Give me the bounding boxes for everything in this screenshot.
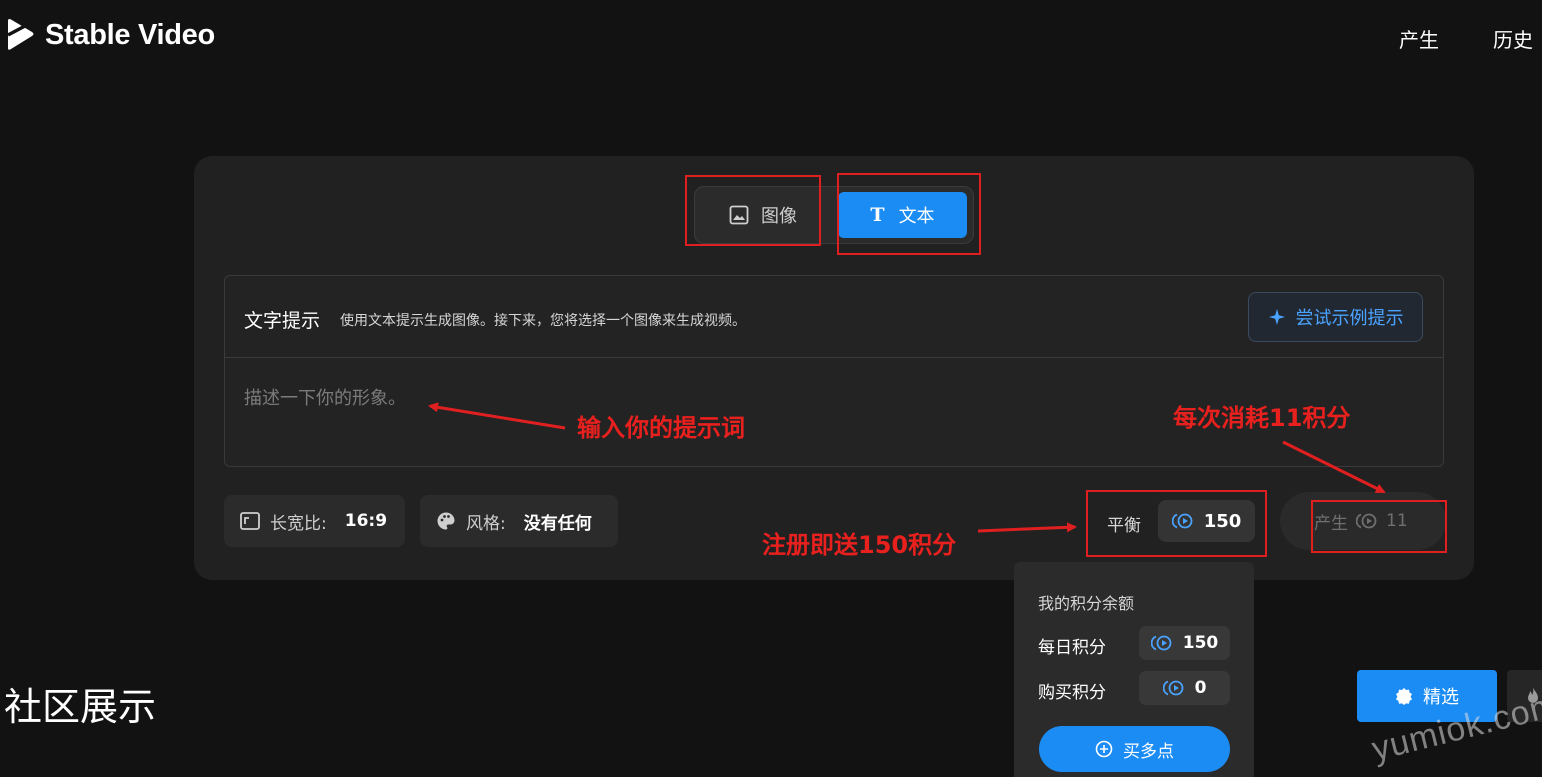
prompt-description: 使用文本提示生成图像。接下来，您将选择一个图像来生成视频。 — [340, 313, 746, 329]
plus-circle-icon — [1095, 740, 1113, 758]
community-title: 社区展示 — [4, 685, 157, 729]
purchased-credits-value: 0 — [1194, 678, 1207, 698]
annotation-cost-each: 每次消耗11积分 — [1173, 404, 1351, 432]
credit-coin-icon — [1150, 635, 1172, 651]
prompt-title: 文字提示 — [244, 310, 321, 332]
daily-credits-pill: 150 — [1139, 626, 1230, 660]
annotation-input-prompt: 输入你的提示词 — [577, 414, 745, 442]
prompt-divider — [225, 357, 1443, 358]
aspect-ratio-selector[interactable]: 长宽比: 16:9 — [224, 495, 405, 547]
purchased-credits-label: 购买积分 — [1038, 683, 1106, 703]
badge-icon — [1396, 688, 1412, 705]
annotation-box-generate — [1311, 500, 1447, 553]
featured-label: 精选 — [1423, 687, 1459, 708]
annotation-signup-bonus: 注册即送150积分 — [762, 531, 957, 559]
brand-name: Stable Video — [45, 18, 215, 51]
sparkle-icon — [1268, 309, 1285, 325]
buy-more-button[interactable]: 买多点 — [1039, 726, 1230, 772]
nav-history[interactable]: 历史 — [1493, 24, 1533, 53]
style-value: 没有任何 — [523, 513, 592, 534]
credits-popover-title: 我的积分余额 — [1038, 594, 1135, 613]
daily-credits-label: 每日积分 — [1038, 638, 1106, 658]
nav-generate[interactable]: 产生 — [1399, 24, 1439, 53]
play-logo-icon — [7, 19, 34, 50]
palette-icon — [437, 512, 455, 530]
aspect-ratio-value: 16:9 — [344, 511, 388, 531]
annotation-box-balance — [1086, 490, 1267, 557]
purchased-credits-pill: 0 — [1139, 671, 1230, 705]
try-example-button[interactable]: 尝试示例提示 — [1248, 292, 1423, 342]
buy-more-label: 买多点 — [1123, 741, 1174, 762]
annotation-box-image-tab — [685, 175, 821, 246]
credit-coin-icon — [1162, 680, 1183, 696]
try-example-label: 尝试示例提示 — [1295, 308, 1404, 329]
daily-credits-value: 150 — [1182, 633, 1219, 653]
aspect-ratio-icon — [240, 512, 260, 530]
brand-logo[interactable]: Stable Video — [5, 18, 215, 52]
aspect-ratio-label: 长宽比: — [270, 513, 327, 534]
style-label: 风格: — [466, 513, 506, 534]
annotation-box-text-tab — [837, 173, 981, 255]
style-selector[interactable]: 风格: 没有任何 — [420, 495, 618, 547]
